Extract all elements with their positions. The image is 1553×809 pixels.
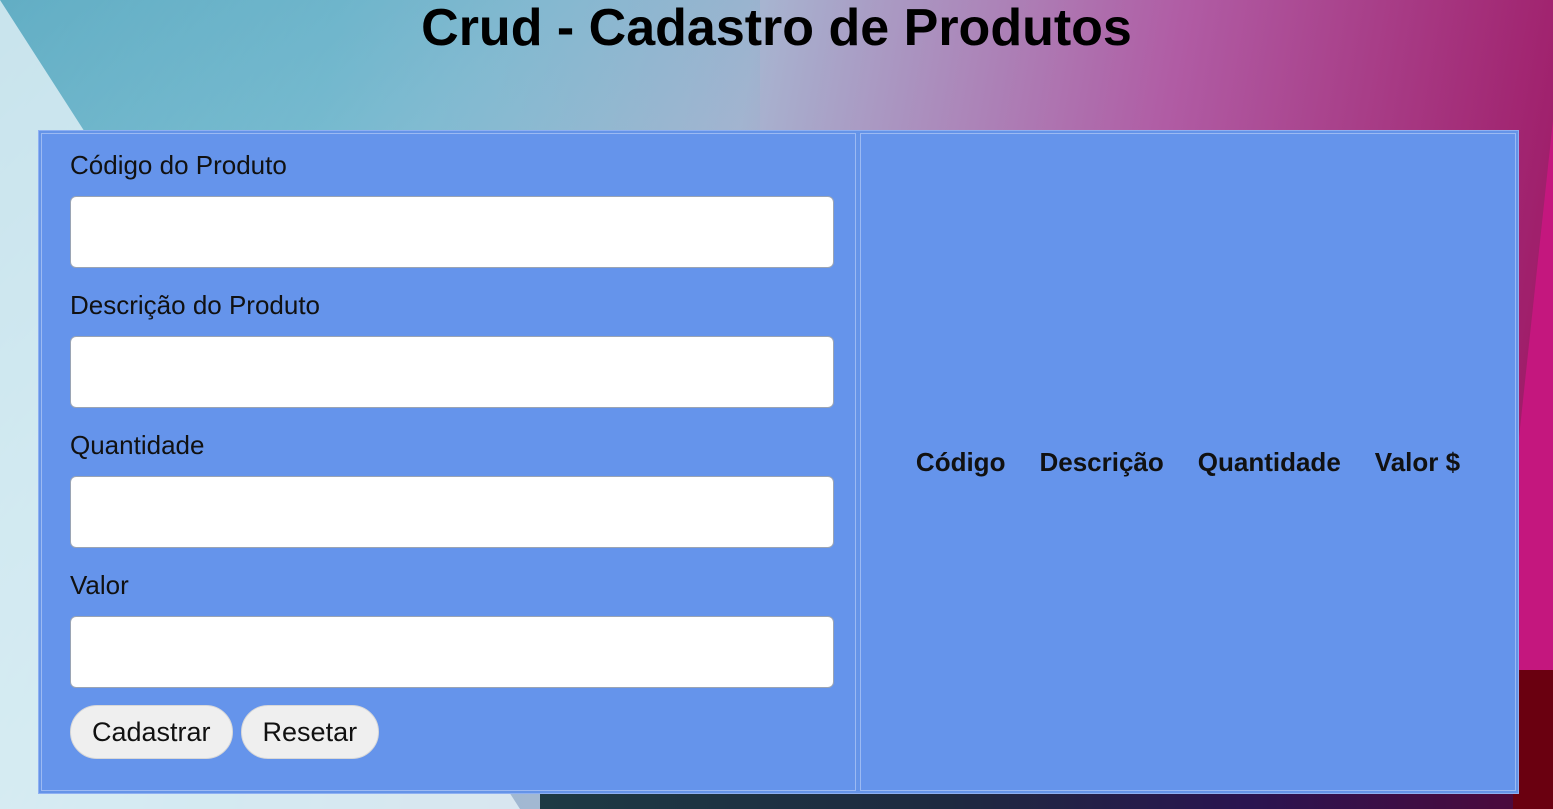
background-dark-corner — [1513, 670, 1553, 809]
reset-button[interactable]: Resetar — [240, 705, 380, 759]
product-code-input[interactable] — [70, 196, 834, 268]
field-quantity: Quantidade — [70, 430, 834, 548]
product-code-label: Código do Produto — [70, 150, 287, 180]
column-header-value: Valor $ — [1374, 446, 1461, 477]
products-table: Código Descrição Quantidade Valor $ — [884, 447, 1492, 478]
field-product-code: Código do Produto — [70, 150, 834, 268]
value-label: Valor — [70, 570, 129, 600]
main-container: Código do Produto Descrição do Produto Q… — [38, 130, 1519, 794]
column-header-quantity: Quantidade — [1197, 446, 1341, 477]
quantity-input[interactable] — [70, 476, 834, 548]
column-header-code: Código — [915, 446, 1006, 477]
table-header-row: Código Descrição Quantidade Valor $ — [914, 447, 1462, 478]
submit-button[interactable]: Cadastrar — [70, 705, 233, 759]
form-buttons: Cadastrar Resetar — [70, 705, 380, 759]
value-input[interactable] — [70, 616, 834, 688]
column-header-description: Descrição — [1039, 446, 1164, 477]
field-value: Valor — [70, 570, 834, 688]
product-form: Código do Produto Descrição do Produto Q… — [41, 133, 856, 791]
products-table-panel: Código Descrição Quantidade Valor $ — [860, 133, 1516, 791]
page-title: Crud - Cadastro de Produtos — [421, 0, 1132, 57]
product-description-input[interactable] — [70, 336, 834, 408]
product-description-label: Descrição do Produto — [70, 290, 321, 320]
quantity-label: Quantidade — [70, 430, 205, 460]
field-product-description: Descrição do Produto — [70, 290, 834, 408]
